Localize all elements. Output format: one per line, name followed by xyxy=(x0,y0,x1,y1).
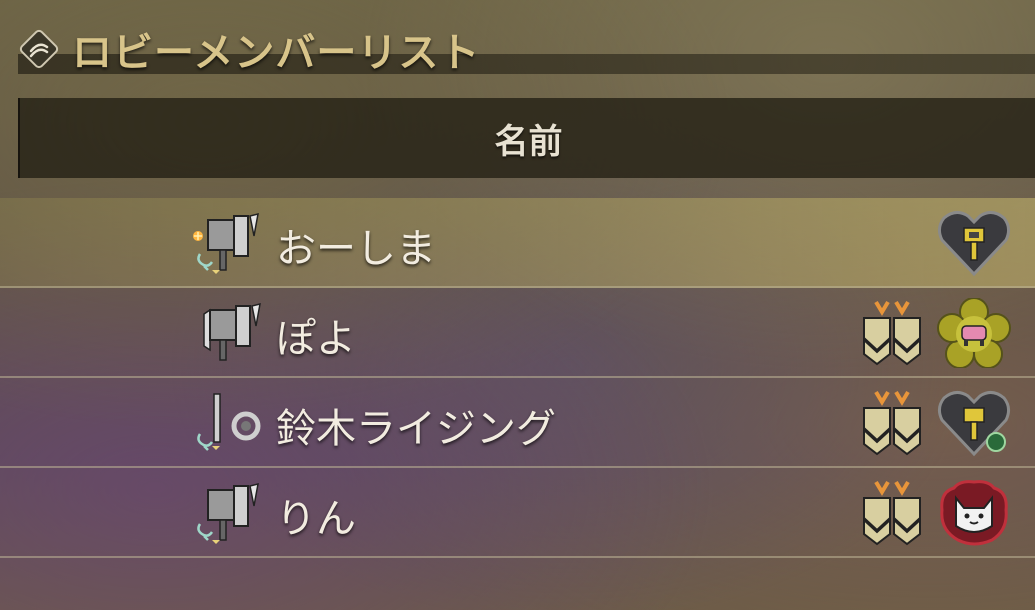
member-list: おーしま ぽよ 鈴木ライジング りん xyxy=(0,198,1035,558)
member-row[interactable]: りん xyxy=(0,468,1035,558)
greatsword-weapon-icon xyxy=(197,482,259,544)
member-name: 鈴木ライジング xyxy=(276,406,556,452)
greatsword-weapon-icon xyxy=(203,302,261,361)
member-row[interactable]: おーしま xyxy=(0,198,1035,288)
flower-poogie-badge-icon xyxy=(937,298,1011,368)
title-bar: ロビーメンバーリスト xyxy=(0,18,1035,76)
lobby-diamond-icon xyxy=(19,29,59,69)
palico-badge-icon xyxy=(940,480,1008,546)
name-column-header: 名前 xyxy=(18,98,1035,178)
member-row[interactable]: 鈴木ライジング xyxy=(0,378,1035,468)
member-name: ぽよ xyxy=(276,316,356,362)
hunter-rank-chevron-icon xyxy=(863,300,921,366)
member-row[interactable]: ぽよ xyxy=(0,288,1035,378)
page-title: ロビーメンバーリスト xyxy=(72,30,481,76)
hunter-rank-chevron-icon xyxy=(863,390,921,456)
member-name: りん xyxy=(276,496,356,542)
column-header-label: 名前 xyxy=(494,122,563,162)
insect-glaive-weapon-icon xyxy=(197,393,261,451)
heart-hammer-badge-icon xyxy=(937,391,1011,457)
heart-hammer-badge-icon xyxy=(937,211,1011,277)
hunter-rank-chevron-icon xyxy=(863,480,921,546)
member-name: おーしま xyxy=(276,226,436,272)
greatsword-weapon-icon xyxy=(193,212,259,274)
